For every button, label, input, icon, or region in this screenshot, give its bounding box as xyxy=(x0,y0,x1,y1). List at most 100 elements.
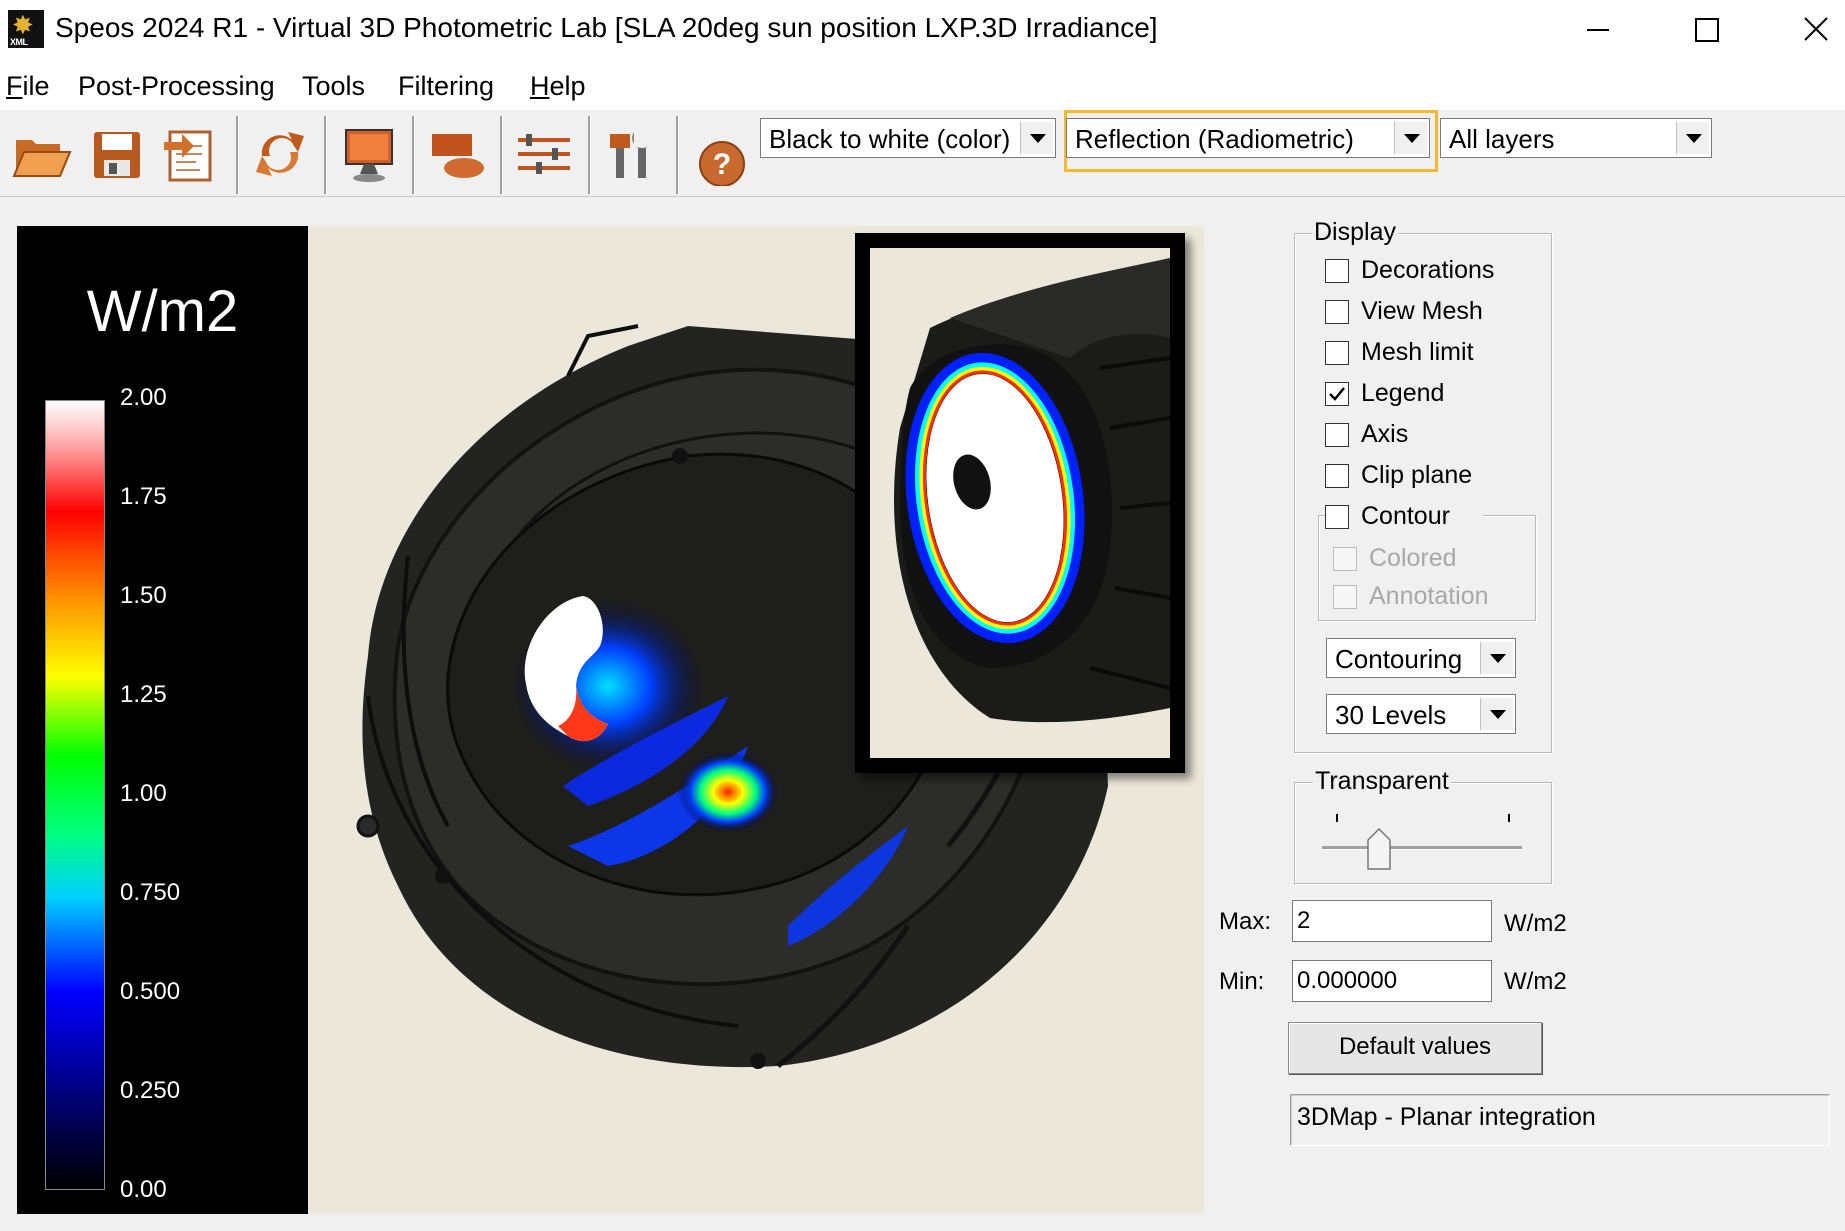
min-input[interactable] xyxy=(1297,967,1447,995)
toolbar: ? Black to white (color) Reflection (Rad… xyxy=(0,110,1845,197)
menu-file-label: ile xyxy=(22,71,50,101)
surface-icon xyxy=(432,134,484,178)
refresh-button[interactable] xyxy=(248,122,312,186)
checkbox-label: Contour xyxy=(1361,502,1450,530)
checkbox-box[interactable] xyxy=(1325,259,1349,283)
min-field[interactable] xyxy=(1292,960,1492,1002)
chevron-down-icon[interactable] xyxy=(1480,642,1513,674)
legend-tick: 1.50 xyxy=(120,582,167,609)
chevron-down-icon[interactable] xyxy=(1480,698,1513,730)
legend-tick: 0.250 xyxy=(120,1077,181,1104)
menu-filtering[interactable]: Filtering xyxy=(398,71,494,102)
menu-file-mnemonic: F xyxy=(6,71,23,101)
toolbar-separator xyxy=(588,116,591,194)
checkbox-box[interactable] xyxy=(1325,382,1349,406)
toolbar-separator xyxy=(676,116,679,194)
checkbox-label: Annotation xyxy=(1369,582,1489,610)
min-unit: W/m2 xyxy=(1504,968,1567,995)
menu-help-label: elp xyxy=(549,71,586,101)
menu-post-processing[interactable]: Post-Processing xyxy=(78,71,275,102)
levels-select[interactable]: 30 Levels xyxy=(1326,694,1516,734)
levels-value: 30 Levels xyxy=(1335,700,1447,730)
checkmark-icon xyxy=(1329,387,1345,401)
export-icon xyxy=(164,130,212,182)
slider-tick xyxy=(1336,814,1338,822)
chevron-down-icon[interactable] xyxy=(1020,122,1053,154)
slider-tick xyxy=(1508,814,1510,822)
checkbox-label: View Mesh xyxy=(1361,297,1483,325)
legend-tick: 2.00 xyxy=(120,384,167,411)
menu-help-mnemonic: H xyxy=(530,71,550,101)
maximize-button[interactable] xyxy=(1655,0,1755,62)
open-folder-icon xyxy=(12,140,72,177)
status-field: 3DMap - Planar integration xyxy=(1290,1094,1830,1146)
menu-help[interactable]: Help xyxy=(530,71,586,102)
close-icon xyxy=(1804,17,1828,41)
close-button[interactable] xyxy=(1765,0,1845,62)
display-button[interactable] xyxy=(336,122,400,186)
color-map-value: Black to white (color) xyxy=(769,124,1011,154)
status-text: 3DMap - Planar integration xyxy=(1297,1103,1596,1131)
checkbox-label: Mesh limit xyxy=(1361,338,1474,366)
sun-icon: ✸ xyxy=(12,10,34,40)
display-group-title: Display xyxy=(1312,218,1398,247)
title-bar: ✸ XML Speos 2024 R1 - Virtual 3D Photome… xyxy=(0,0,1845,62)
display-icon xyxy=(345,129,393,182)
export-button[interactable] xyxy=(158,122,222,186)
legend-tick: 0.500 xyxy=(120,978,181,1005)
toolbar-separator xyxy=(324,116,327,194)
legend-tick: 1.25 xyxy=(120,681,167,708)
svg-text:?: ? xyxy=(713,148,731,181)
contour-mode-value: Contouring xyxy=(1335,644,1463,674)
toolbar-separator xyxy=(236,116,239,194)
default-values-button[interactable]: Default values xyxy=(1288,1022,1542,1074)
menu-file[interactable]: File xyxy=(6,71,50,102)
measure-type-select[interactable]: Reflection (Radiometric) xyxy=(1066,118,1430,158)
menu-tools[interactable]: Tools xyxy=(302,71,365,102)
save-icon xyxy=(94,132,140,178)
help-button[interactable]: ? xyxy=(690,122,754,187)
contour-mode-select[interactable]: Contouring xyxy=(1326,638,1516,678)
checkbox-box[interactable] xyxy=(1325,300,1349,324)
checkbox-box[interactable] xyxy=(1325,423,1349,447)
settings-sliders-icon xyxy=(518,134,570,174)
toolbar-separator xyxy=(500,116,503,194)
layers-value: All layers xyxy=(1449,124,1555,154)
chevron-down-icon[interactable] xyxy=(1394,122,1427,154)
window-title: Speos 2024 R1 - Virtual 3D Photometric L… xyxy=(55,12,1158,43)
checkbox-label: Colored xyxy=(1369,544,1457,572)
open-button[interactable] xyxy=(10,122,74,186)
zoom-inset-view xyxy=(870,248,1170,758)
measure-type-value: Reflection (Radiometric) xyxy=(1075,124,1354,154)
checkbox-box[interactable] xyxy=(1325,505,1349,529)
contour-checkbox[interactable]: Contour xyxy=(1325,502,1483,534)
save-button[interactable] xyxy=(86,122,150,186)
max-input[interactable] xyxy=(1297,907,1447,935)
checkbox-label: Clip plane xyxy=(1361,461,1473,489)
minimize-button[interactable] xyxy=(1545,0,1645,62)
checkbox-box[interactable] xyxy=(1333,547,1357,571)
max-field[interactable] xyxy=(1292,900,1492,942)
transparent-group-title: Transparent xyxy=(1313,767,1451,796)
settings-button[interactable] xyxy=(512,122,576,186)
color-map-select[interactable]: Black to white (color) xyxy=(760,118,1056,158)
color-legend: W/m2 2.00 1.75 1.50 1.25 1.00 0.750 0.50… xyxy=(17,226,308,1214)
checkbox-box[interactable] xyxy=(1325,341,1349,365)
checkbox-label: Legend xyxy=(1361,379,1445,407)
app-icon-text: XML xyxy=(10,37,28,47)
transparency-slider[interactable] xyxy=(1322,808,1522,874)
tools-button[interactable] xyxy=(602,122,666,186)
zoom-inset[interactable] xyxy=(855,233,1185,773)
layers-select[interactable]: All layers xyxy=(1440,118,1712,158)
checkbox-box[interactable] xyxy=(1325,464,1349,488)
app-icon[interactable]: ✸ XML xyxy=(8,10,44,48)
zoomed-irradiance-model xyxy=(894,258,1170,723)
checkbox-box[interactable] xyxy=(1333,585,1357,609)
max-unit: W/m2 xyxy=(1504,910,1567,937)
max-label: Max: xyxy=(1219,908,1272,935)
surface-button[interactable] xyxy=(424,122,488,186)
legend-color-bar xyxy=(45,400,105,1190)
slider-thumb[interactable] xyxy=(1367,827,1391,870)
legend-tick: 0.00 xyxy=(120,1176,167,1203)
chevron-down-icon[interactable] xyxy=(1676,122,1709,154)
